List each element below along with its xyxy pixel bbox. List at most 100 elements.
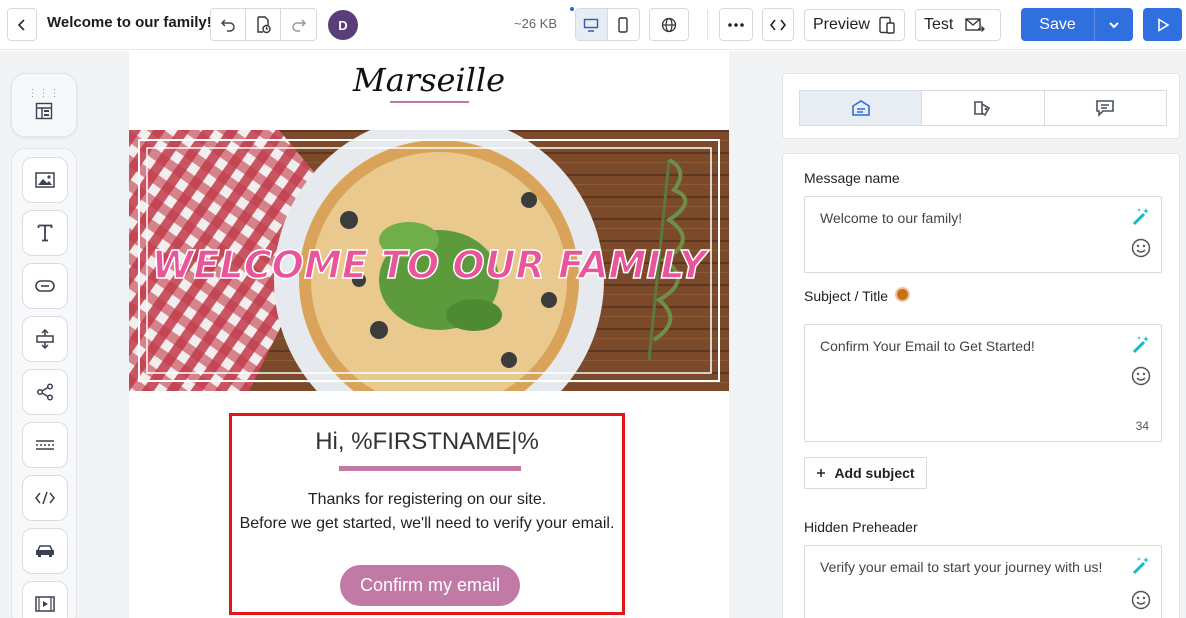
more-button[interactable]	[719, 8, 753, 41]
preview-devices-icon	[879, 16, 895, 34]
run-button[interactable]	[1143, 8, 1182, 41]
code-button[interactable]	[762, 8, 794, 41]
redo-button[interactable]	[281, 9, 316, 40]
text-icon	[37, 224, 53, 242]
avatar[interactable]: D	[328, 10, 358, 40]
intro-line-2: Before we get started, we'll need to ver…	[239, 515, 615, 532]
history-group	[210, 8, 317, 41]
save-options-button[interactable]	[1094, 8, 1133, 41]
selected-text-block[interactable]: Hi, %FIRSTNAME|% Thanks for registering …	[229, 413, 625, 615]
plus-icon	[817, 469, 826, 477]
spacer-icon	[36, 329, 54, 349]
code-icon	[770, 19, 786, 30]
social-block[interactable]	[22, 369, 68, 415]
button-icon	[35, 280, 55, 292]
html-block[interactable]	[22, 475, 68, 521]
message-name-field[interactable]: Welcome to our family!	[804, 196, 1162, 273]
logo-underline	[390, 101, 469, 103]
greeting-heading[interactable]: Hi, %FIRSTNAME|%	[232, 428, 622, 456]
subject-value: Confirm Your Email to Get Started!	[820, 338, 1035, 354]
structures-panel[interactable]: ⋮⋮⋮	[11, 73, 77, 137]
save-button-group: Save	[1021, 8, 1133, 41]
back-button[interactable]	[7, 8, 37, 41]
message-name-value: Welcome to our family!	[820, 210, 963, 226]
message-size: ~26 KB	[514, 16, 558, 31]
editor-canvas: Marseille WELCOME TO OUR FAMILY Hi, %FIR…	[88, 51, 771, 618]
globe-icon	[661, 17, 677, 32]
spacer-block[interactable]	[22, 316, 68, 362]
preheader-value: Verify your email to start your journey …	[820, 559, 1103, 575]
confirm-email-button[interactable]: Confirm my email	[340, 565, 520, 606]
hero-image[interactable]: WELCOME TO OUR FAMILY	[129, 130, 729, 391]
blocks-rail: ⋮⋮⋮	[0, 51, 88, 618]
mail-settings-icon	[851, 100, 870, 116]
subject-field[interactable]: Confirm Your Email to Get Started! 34	[804, 324, 1162, 442]
test-button[interactable]: Test	[915, 9, 1001, 41]
divider-block[interactable]	[22, 422, 68, 468]
toolbar-divider	[707, 10, 708, 40]
magic-wand-icon[interactable]	[1131, 206, 1151, 231]
menu-block[interactable]	[22, 528, 68, 574]
tab-message-settings[interactable]	[800, 91, 923, 125]
subject-label: Subject / Title	[804, 288, 889, 304]
drag-handle-icon[interactable]: ⋮⋮⋮	[28, 89, 61, 99]
image-block[interactable]	[22, 157, 68, 203]
test-label: Test	[924, 16, 954, 33]
menu-icon	[36, 545, 54, 557]
html-icon	[35, 491, 55, 505]
intro-text[interactable]: Thanks for registering on our site. Befo…	[232, 488, 622, 536]
video-icon	[35, 596, 55, 612]
send-mail-icon	[965, 18, 986, 32]
pizza-illustration: WELCOME TO OUR FAMILY	[129, 130, 729, 391]
tab-tags[interactable]	[922, 91, 1045, 125]
emoji-icon[interactable]	[1131, 590, 1151, 615]
settings-tabs-card	[782, 73, 1180, 139]
add-subject-label: Add subject	[834, 465, 915, 481]
add-subject-button[interactable]: Add subject	[804, 457, 927, 489]
undo-icon	[220, 18, 235, 32]
settings-panel: Message name Welcome to our family! Subj…	[771, 51, 1186, 618]
mobile-view-button[interactable]	[608, 9, 639, 40]
save-button[interactable]: Save	[1021, 8, 1094, 41]
divider-icon	[36, 440, 54, 450]
intro-line-1: Thanks for registering on our site.	[307, 491, 547, 508]
content-blocks-list	[11, 148, 77, 618]
warning-icon[interactable]	[895, 287, 910, 302]
language-button[interactable]	[649, 8, 689, 41]
brand-logo[interactable]: Marseille	[129, 61, 729, 99]
text-block[interactable]	[22, 210, 68, 256]
share-icon	[36, 383, 54, 401]
device-toggle	[575, 8, 640, 41]
preview-label: Preview	[813, 16, 870, 33]
settings-tabs	[799, 90, 1167, 126]
video-block[interactable]	[22, 581, 68, 618]
preview-button[interactable]: Preview	[804, 9, 905, 41]
chevron-left-icon	[17, 18, 25, 31]
greeting-underline	[339, 466, 521, 471]
emoji-icon[interactable]	[1131, 238, 1151, 263]
mobile-icon	[618, 16, 628, 33]
preheader-field[interactable]: Verify your email to start your journey …	[804, 545, 1162, 618]
button-block[interactable]	[22, 263, 68, 309]
tab-comments[interactable]	[1045, 91, 1166, 125]
version-history-button[interactable]	[246, 9, 281, 40]
message-settings-form: Message name Welcome to our family! Subj…	[782, 153, 1180, 618]
email-template: Marseille WELCOME TO OUR FAMILY Hi, %FIR…	[129, 51, 729, 618]
more-icon	[728, 22, 744, 27]
magic-wand-icon[interactable]	[1131, 555, 1151, 580]
message-name-label: Message name	[804, 170, 900, 186]
emoji-icon[interactable]	[1131, 366, 1151, 391]
magic-wand-icon[interactable]	[1131, 334, 1151, 359]
desktop-view-button[interactable]	[576, 9, 608, 40]
message-title: Welcome to our family!	[47, 14, 212, 31]
preheader-label: Hidden Preheader	[804, 519, 918, 535]
document-clock-icon	[257, 15, 271, 33]
undo-button[interactable]	[211, 9, 246, 40]
chevron-down-icon	[1109, 21, 1119, 28]
top-bar: Welcome to our family! D ~26 KB Preview	[0, 0, 1186, 50]
hero-title: WELCOME TO OUR FAMILY	[152, 243, 710, 287]
layout-blocks-icon	[35, 102, 53, 120]
subject-char-count: 34	[1135, 419, 1149, 433]
image-icon	[35, 172, 55, 188]
tag-icon	[974, 101, 991, 117]
